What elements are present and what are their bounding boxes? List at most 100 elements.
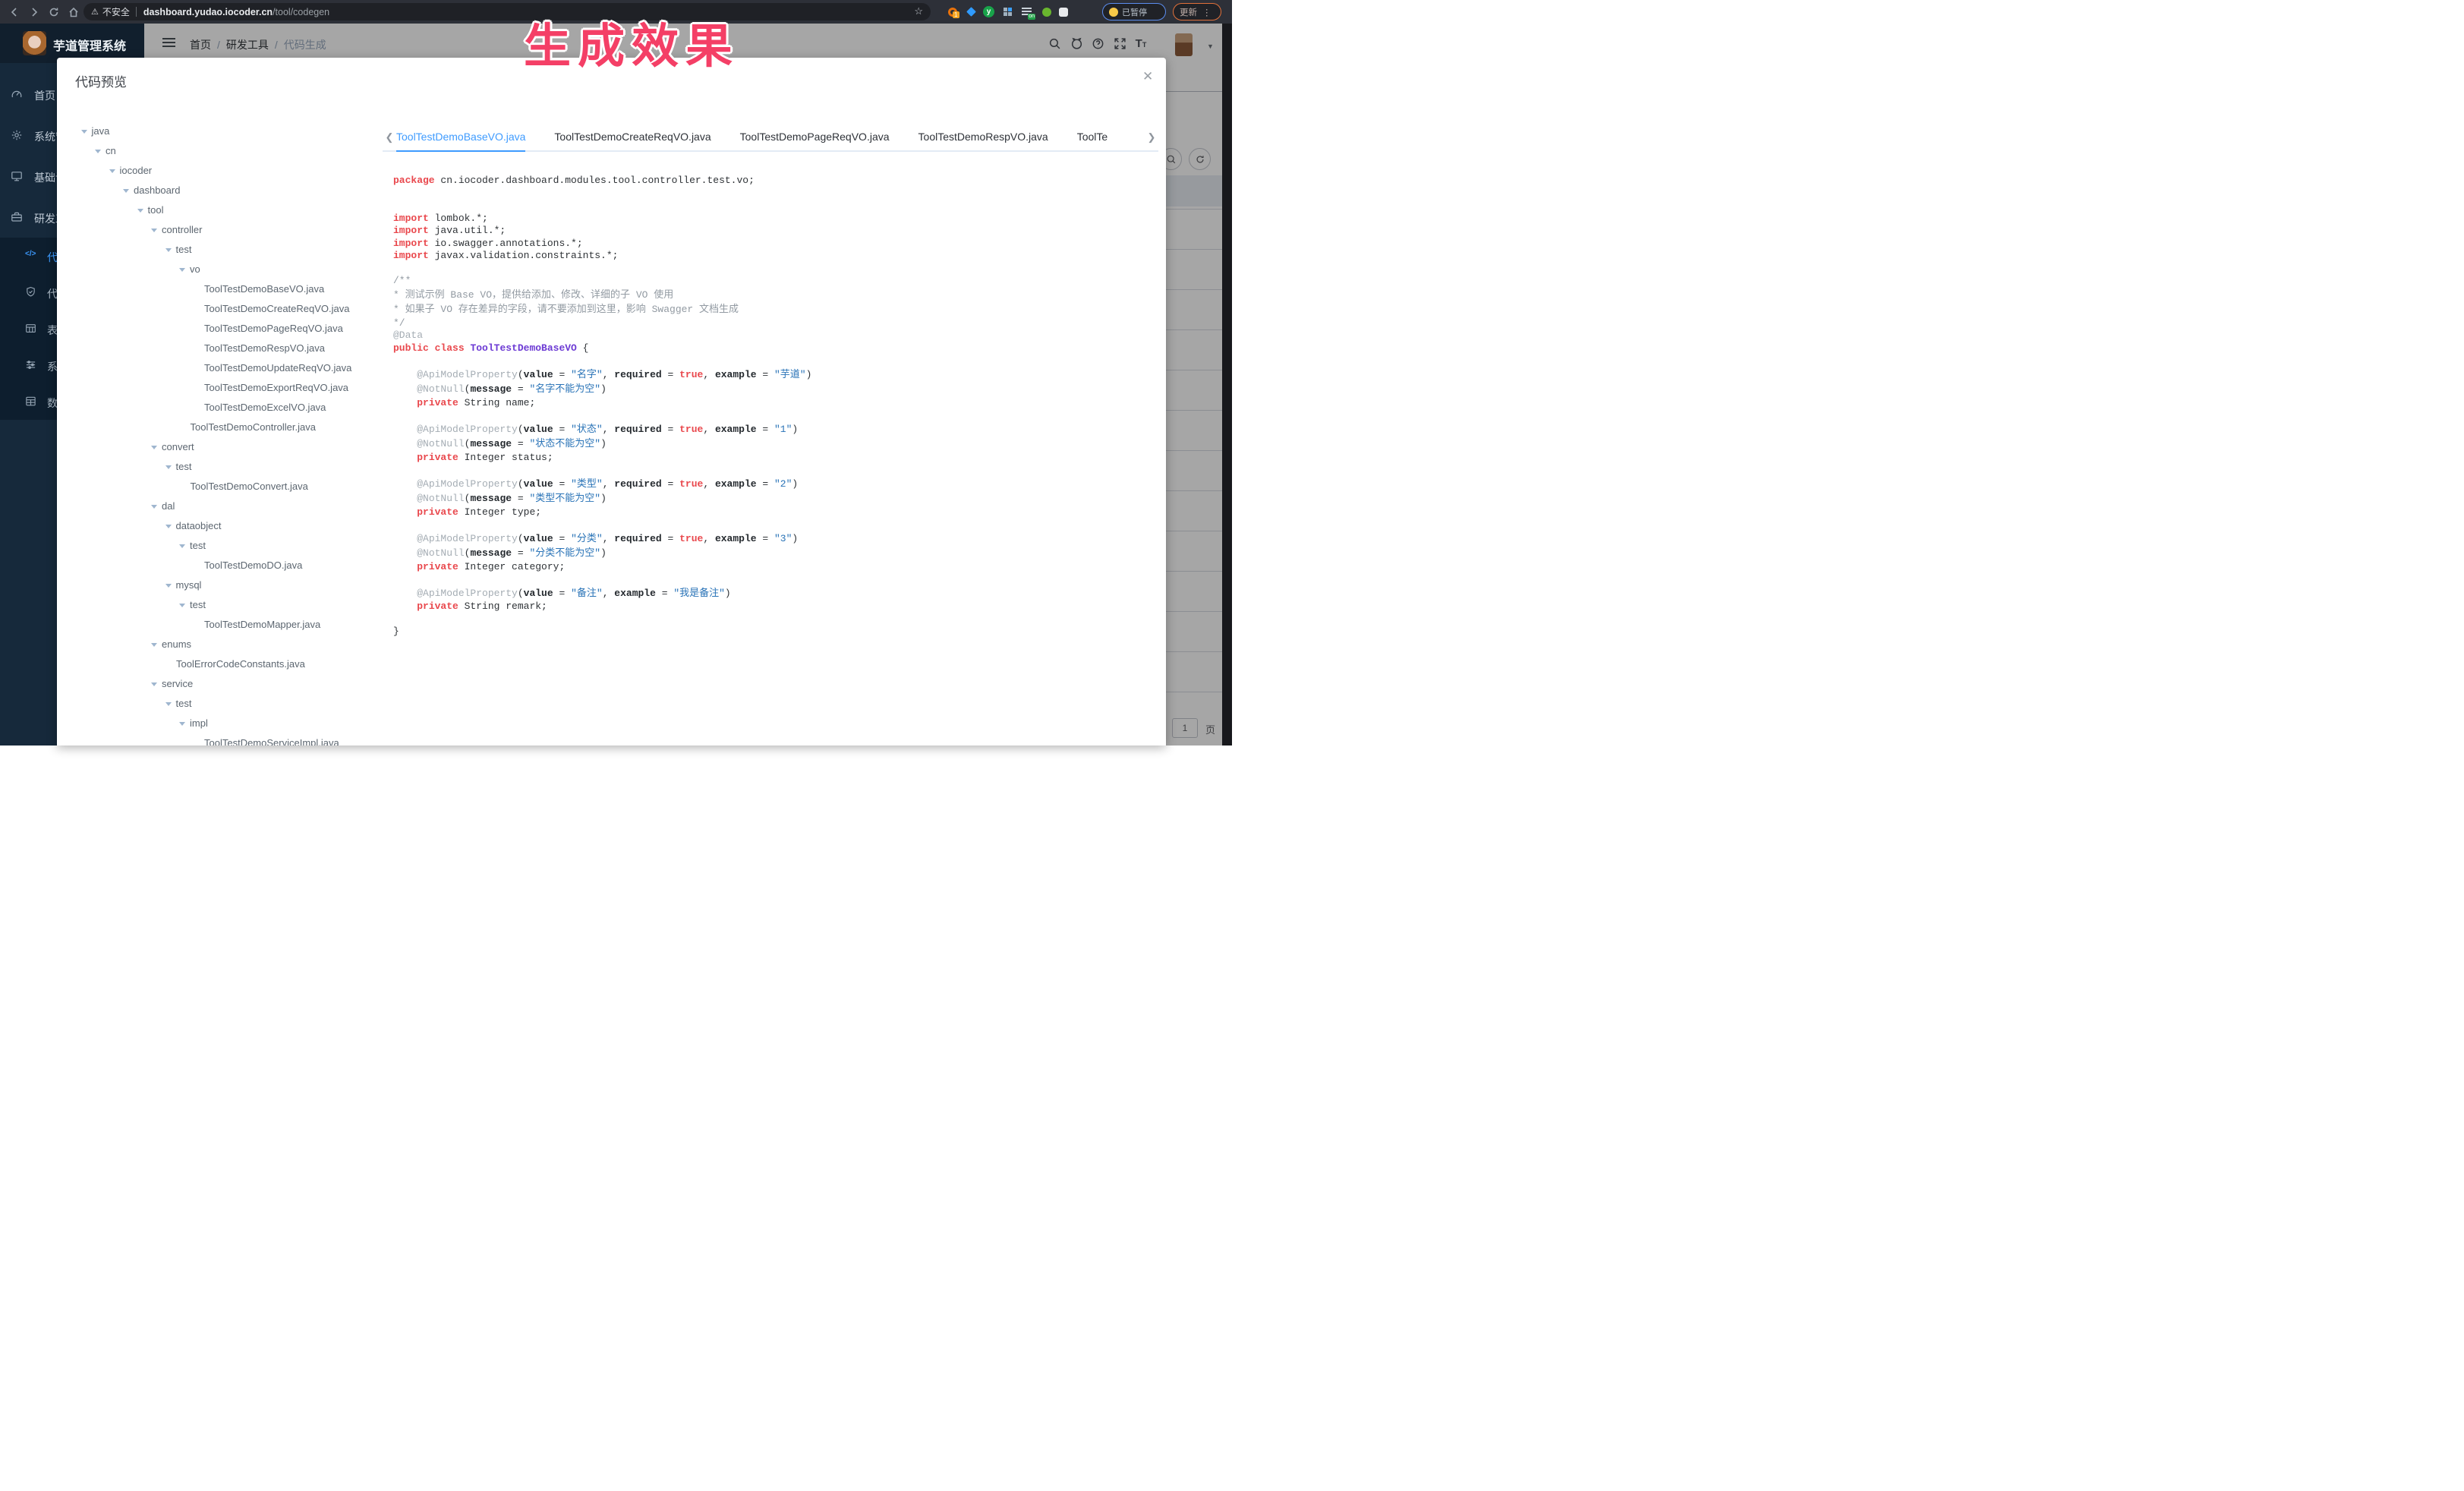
address-bar[interactable]: ⚠ 不安全 dashboard.yudao.iocoder.cn /tool/c… [83, 3, 931, 20]
tree-node-label: dashboard [134, 181, 180, 200]
caret-down-icon[interactable] [137, 209, 143, 213]
tree-node-label: ToolTestDemoExcelVO.java [204, 398, 326, 418]
paused-badge[interactable]: 已暂停 [1102, 3, 1166, 20]
caret-down-icon[interactable] [123, 189, 129, 193]
caret-down-icon[interactable] [95, 150, 101, 153]
tree-file[interactable]: ToolTestDemoServiceImpl.java [57, 733, 376, 746]
tree-node-label: ToolTestDemoMapper.java [204, 615, 320, 635]
caret-down-icon[interactable] [151, 643, 157, 647]
tree-node-label: dataobject [176, 516, 222, 536]
tabs-scroll-left-icon[interactable]: ❮ [383, 123, 396, 152]
tree-folder[interactable]: test [57, 240, 376, 260]
kebab-menu-icon[interactable]: ⋮ [1202, 7, 1212, 17]
tree-folder[interactable]: test [57, 595, 376, 615]
caret-down-icon[interactable] [179, 544, 185, 548]
file-tree[interactable]: javacniocoderdashboardtoolcontrollertest… [57, 121, 376, 746]
sidebar-item-label: 首页 [34, 88, 55, 103]
extension-gem-icon[interactable] [965, 5, 978, 18]
extension-puzzle-icon[interactable] [1057, 5, 1070, 18]
tree-file[interactable]: ToolTestDemoDO.java [57, 556, 376, 575]
tree-file[interactable]: ToolTestDemoPageReqVO.java [57, 319, 376, 339]
caret-down-icon[interactable] [151, 505, 157, 509]
tree-node-label: tool [148, 200, 164, 220]
browser-scrollbar[interactable] [1222, 24, 1232, 746]
tree-file[interactable]: ToolTestDemoExcelVO.java [57, 398, 376, 418]
tree-folder[interactable]: service [57, 674, 376, 694]
file-tab[interactable]: ToolTestDemoCreateReqVO.java [554, 123, 711, 152]
caret-down-icon[interactable] [165, 525, 172, 528]
tree-file[interactable]: ToolTestDemoConvert.java [57, 477, 376, 496]
caret-down-icon[interactable] [165, 702, 172, 706]
tree-file[interactable]: ToolTestDemoRespVO.java [57, 339, 376, 358]
file-tab[interactable]: ToolTe [1077, 123, 1108, 152]
caret-down-icon[interactable] [165, 584, 172, 588]
caret-down-icon[interactable] [109, 169, 115, 173]
update-button[interactable]: 更新 ⋮ [1173, 3, 1221, 20]
caret-down-icon[interactable] [151, 446, 157, 449]
caret-down-icon[interactable] [179, 722, 185, 726]
caret-down-icon[interactable] [179, 268, 185, 272]
extension-list-icon[interactable]: on [1020, 5, 1033, 18]
tree-file[interactable]: ToolTestDemoBaseVO.java [57, 279, 376, 299]
file-tab[interactable]: ToolTestDemoBaseVO.java [396, 123, 525, 152]
url-path: /tool/codegen [273, 7, 329, 17]
extension-squares-icon[interactable] [1001, 5, 1014, 18]
screen: ⚠ 不安全 dashboard.yudao.iocoder.cn /tool/c… [0, 0, 1232, 746]
tree-file[interactable]: ToolTestDemoUpdateReqVO.java [57, 358, 376, 378]
forward-icon[interactable] [26, 0, 43, 24]
tree-node-label: test [176, 694, 192, 714]
file-tab[interactable]: ToolTestDemoRespVO.java [918, 123, 1048, 152]
tree-file[interactable]: ToolTestDemoExportReqVO.java [57, 378, 376, 398]
tree-node-label: ToolErrorCodeConstants.java [176, 654, 305, 674]
tree-node-label: controller [162, 220, 202, 240]
emoji-face-icon [1109, 8, 1118, 17]
tree-file[interactable]: ToolTestDemoMapper.java [57, 615, 376, 635]
grid-icon [25, 323, 36, 334]
reload-icon[interactable] [46, 0, 62, 24]
tree-folder[interactable]: test [57, 457, 376, 477]
tree-folder[interactable]: dataobject [57, 516, 376, 536]
tree-folder[interactable]: convert [57, 437, 376, 457]
tree-file[interactable]: ToolErrorCodeConstants.java [57, 654, 376, 674]
paused-label: 已暂停 [1122, 6, 1147, 18]
tree-folder[interactable]: cn [57, 141, 376, 161]
update-label: 更新 [1180, 6, 1197, 18]
tree-file[interactable]: ToolTestDemoController.java [57, 418, 376, 437]
annotation-text: 生成效果 [524, 8, 739, 76]
tree-file[interactable]: ToolTestDemoCreateReqVO.java [57, 299, 376, 319]
tabs-scroll-right-icon[interactable]: ❯ [1145, 123, 1158, 152]
caret-down-icon[interactable] [165, 248, 172, 252]
tree-folder[interactable]: impl [57, 714, 376, 733]
tree-folder[interactable]: controller [57, 220, 376, 240]
tree-folder[interactable]: dashboard [57, 181, 376, 200]
app-title: 芋道管理系统 [53, 36, 126, 54]
close-icon[interactable]: ✕ [1142, 69, 1153, 84]
extension-leaf-icon[interactable] [1040, 5, 1053, 18]
caret-down-icon[interactable] [151, 229, 157, 232]
tree-folder[interactable]: mysql [57, 575, 376, 595]
table-icon [25, 396, 36, 407]
bookmark-star-icon[interactable]: ☆ [914, 5, 923, 17]
file-tab[interactable]: ToolTestDemoPageReqVO.java [740, 123, 890, 152]
home-icon[interactable] [65, 0, 82, 24]
tree-folder[interactable]: dal [57, 496, 376, 516]
caret-down-icon[interactable] [179, 604, 185, 607]
code-pane[interactable]: package cn.iocoder.dashboard.modules.too… [383, 152, 1164, 746]
caret-down-icon[interactable] [151, 682, 157, 686]
url-host: dashboard.yudao.iocoder.cn [143, 7, 273, 17]
extension-ubuntu-icon[interactable]: 1 [946, 5, 959, 18]
extension-y-icon[interactable]: y [982, 5, 995, 18]
tree-folder[interactable]: java [57, 121, 376, 141]
back-icon[interactable] [6, 0, 23, 24]
tree-folder[interactable]: test [57, 694, 376, 714]
tree-node-label: test [176, 457, 192, 477]
caret-down-icon[interactable] [81, 130, 87, 134]
tree-folder[interactable]: tool [57, 200, 376, 220]
insecure-label: 不安全 [102, 5, 130, 18]
tree-folder[interactable]: test [57, 536, 376, 556]
file-tabs-bar: ❮ ToolTestDemoBaseVO.java ToolTestDemoCre… [383, 123, 1158, 152]
tree-folder[interactable]: vo [57, 260, 376, 279]
caret-down-icon[interactable] [165, 465, 172, 469]
tree-folder[interactable]: iocoder [57, 161, 376, 181]
tree-folder[interactable]: enums [57, 635, 376, 654]
